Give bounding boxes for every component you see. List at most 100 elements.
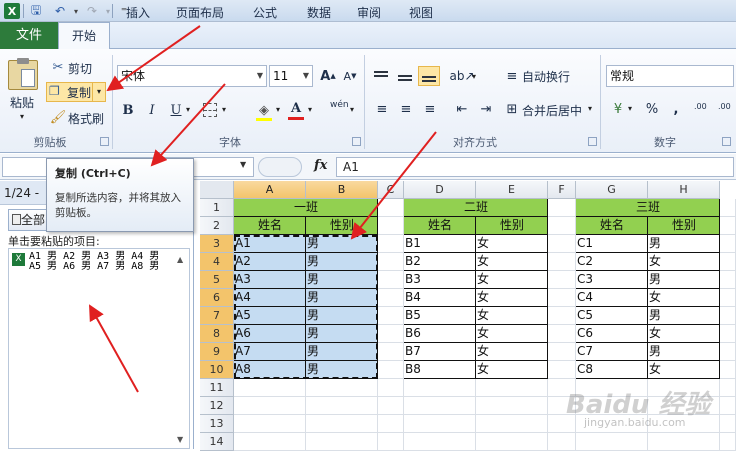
percent-button[interactable]: % (642, 99, 662, 119)
class3-name-cell[interactable]: C5 (576, 307, 648, 325)
formula-input[interactable]: A1 (336, 157, 734, 177)
tab-data[interactable]: 数据 (296, 0, 342, 27)
class3-name-cell[interactable]: C1 (576, 235, 648, 253)
align-left-icon[interactable]: ≡ (372, 99, 392, 119)
clipboard-item[interactable]: A1 男 A2 男 A3 男 A4 男 A5 男 A6 男 A7 男 A8 男 (29, 252, 165, 272)
decrease-decimal-icon[interactable]: .00 (718, 102, 731, 111)
empty-cell[interactable] (720, 415, 736, 433)
scroll-down-icon[interactable]: ▼ (177, 435, 183, 444)
class2-gender-header[interactable]: 性别 (476, 217, 548, 235)
row-header-14[interactable]: 14 (200, 433, 234, 451)
empty-cell[interactable] (720, 433, 736, 451)
column-header-a[interactable]: A (234, 181, 306, 199)
increase-indent-icon[interactable]: ⇥ (476, 99, 496, 119)
class1-gender-cell[interactable]: 男 (306, 361, 378, 379)
class1-name-cell[interactable]: A2 (234, 253, 306, 271)
row-header-10[interactable]: 10 (200, 361, 234, 379)
decrease-indent-icon[interactable]: ⇤ (452, 99, 472, 119)
class3-gender-cell[interactable]: 女 (648, 289, 720, 307)
alignment-launcher-icon[interactable] (588, 137, 597, 146)
empty-cell[interactable] (378, 433, 404, 451)
empty-cell[interactable] (378, 217, 404, 235)
redo-icon[interactable]: ↷ (84, 3, 100, 19)
decrease-font-icon[interactable]: A ▼ (340, 66, 360, 86)
empty-cell[interactable] (234, 397, 306, 415)
font-launcher-icon[interactable] (352, 137, 361, 146)
empty-cell[interactable] (306, 397, 378, 415)
empty-cell[interactable] (378, 343, 404, 361)
font-color-dropdown-icon[interactable]: ▾ (308, 105, 312, 114)
tab-formulas[interactable]: 公式 (242, 0, 288, 27)
italic-button[interactable]: I (142, 100, 162, 120)
class3-gender-cell[interactable]: 女 (648, 325, 720, 343)
empty-cell[interactable] (648, 433, 720, 451)
empty-cell[interactable] (378, 307, 404, 325)
insert-function-icon[interactable]: fx (314, 158, 327, 173)
empty-cell[interactable] (720, 217, 736, 235)
bold-button[interactable]: B (118, 100, 138, 120)
format-painter-icon[interactable]: 🖌 (48, 107, 68, 127)
empty-cell[interactable] (404, 433, 476, 451)
empty-cell[interactable] (476, 397, 548, 415)
tab-view[interactable]: 视图 (400, 0, 442, 27)
tab-file[interactable]: 文件 (0, 22, 58, 49)
empty-cell[interactable] (378, 325, 404, 343)
class3-name-cell[interactable]: C7 (576, 343, 648, 361)
class3-gender-cell[interactable]: 男 (648, 307, 720, 325)
empty-cell[interactable] (720, 289, 736, 307)
row-header-2[interactable]: 2 (200, 217, 234, 235)
tab-insert[interactable]: 插入 (116, 0, 160, 27)
class2-name-cell[interactable]: B4 (404, 289, 476, 307)
class2-name-cell[interactable]: B5 (404, 307, 476, 325)
class2-name-header[interactable]: 姓名 (404, 217, 476, 235)
class3-name-header[interactable]: 姓名 (576, 217, 648, 235)
number-launcher-icon[interactable] (722, 137, 731, 146)
number-format-select[interactable]: 常规 (606, 65, 734, 87)
empty-cell[interactable] (720, 343, 736, 361)
row-header-7[interactable]: 7 (200, 307, 234, 325)
class1-gender-cell[interactable]: 男 (306, 307, 378, 325)
row-header-11[interactable]: 11 (200, 379, 234, 397)
class1-gender-cell[interactable]: 男 (306, 253, 378, 271)
empty-cell[interactable] (306, 415, 378, 433)
row-header-13[interactable]: 13 (200, 415, 234, 433)
class2-gender-cell[interactable]: 女 (476, 271, 548, 289)
empty-cell[interactable] (548, 307, 576, 325)
empty-cell[interactable] (378, 199, 404, 217)
empty-cell[interactable] (378, 253, 404, 271)
class3-name-cell[interactable]: C8 (576, 361, 648, 379)
tab-page-layout[interactable]: 页面布局 (170, 0, 230, 27)
scissors-icon[interactable]: ✂ (48, 57, 68, 77)
merge-center-button[interactable]: 合并后居中 (522, 102, 582, 119)
copy-dropdown-icon[interactable]: ▾ (92, 82, 106, 102)
empty-cell[interactable] (720, 397, 736, 415)
class1-name-cell[interactable]: A5 (234, 307, 306, 325)
class2-name-cell[interactable]: B6 (404, 325, 476, 343)
borders-icon[interactable] (200, 100, 220, 120)
class1-name-cell[interactable]: A7 (234, 343, 306, 361)
class1-name-header[interactable]: 姓名 (234, 217, 306, 235)
class3-gender-cell[interactable]: 女 (648, 253, 720, 271)
class1-name-cell[interactable]: A3 (234, 271, 306, 289)
empty-cell[interactable] (476, 379, 548, 397)
fill-color-dropdown-icon[interactable]: ▾ (276, 105, 280, 114)
class3-gender-cell[interactable]: 男 (648, 235, 720, 253)
class1-gender-header[interactable]: 性别 (306, 217, 378, 235)
align-middle-icon[interactable] (396, 66, 414, 86)
orientation-icon[interactable]: ab↗ (449, 66, 474, 86)
undo-icon[interactable]: ↶ (52, 3, 68, 19)
increase-decimal-icon[interactable]: .00 (694, 102, 707, 111)
empty-cell[interactable] (548, 325, 576, 343)
increase-font-icon[interactable]: A ▲ (318, 66, 338, 86)
select-all-corner[interactable] (200, 181, 234, 199)
class2-title-cell[interactable]: 二班 (404, 199, 548, 217)
column-header-h[interactable]: H (648, 181, 720, 199)
class1-gender-cell[interactable]: 男 (306, 343, 378, 361)
class3-name-cell[interactable]: C3 (576, 271, 648, 289)
empty-cell[interactable] (720, 361, 736, 379)
font-color-icon[interactable]: A (286, 98, 306, 118)
class3-gender-cell[interactable]: 男 (648, 343, 720, 361)
class2-gender-cell[interactable]: 女 (476, 289, 548, 307)
class2-name-cell[interactable]: B2 (404, 253, 476, 271)
class2-gender-cell[interactable]: 女 (476, 253, 548, 271)
